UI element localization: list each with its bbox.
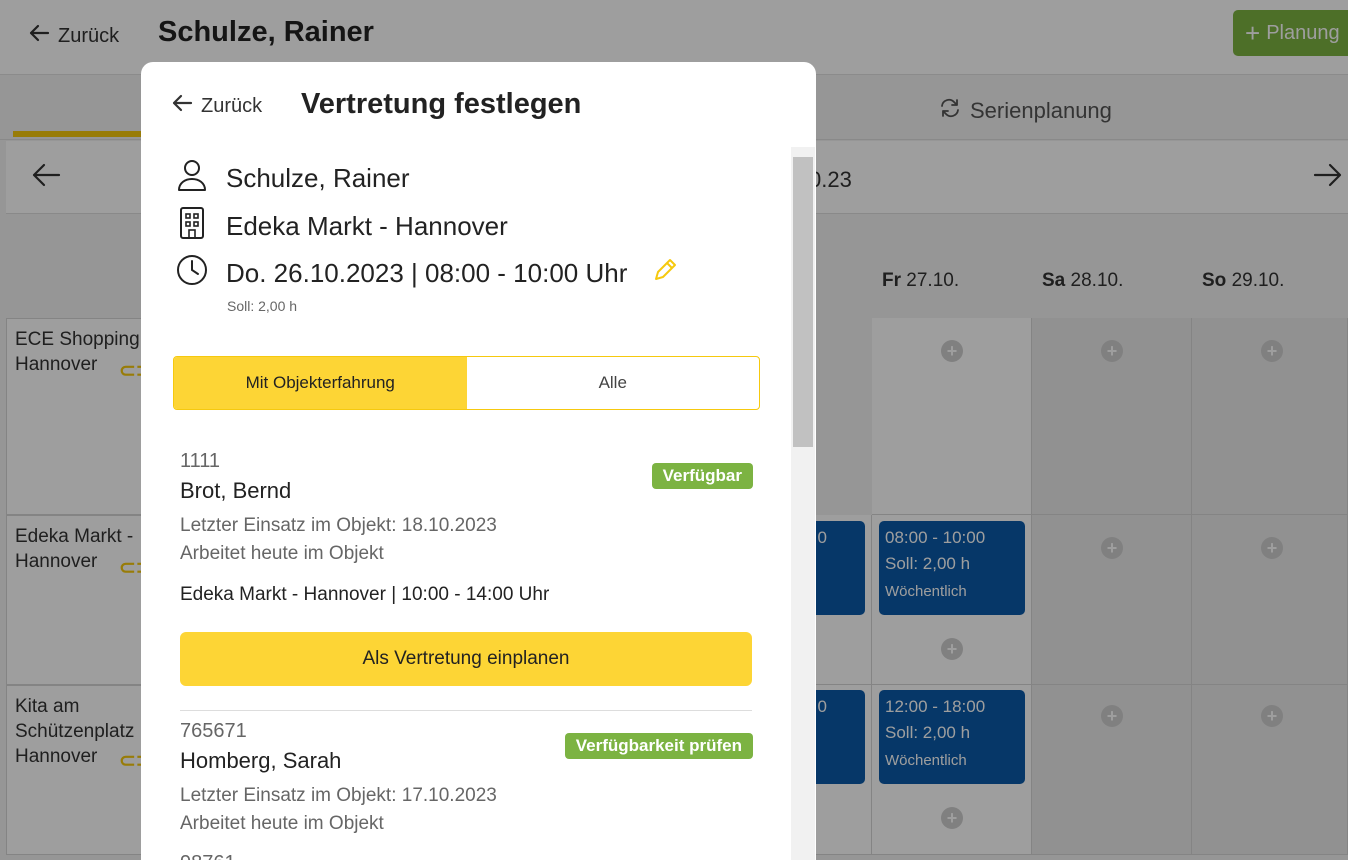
dialog-back-label: Zurück <box>201 94 263 117</box>
scrollbar-thumb[interactable] <box>793 157 813 447</box>
object-name: Edeka Markt - Hannover <box>226 211 508 241</box>
availability-badge: Verfügbar <box>651 463 753 489</box>
dialog-title: Vertretung festlegen <box>301 88 582 120</box>
works-today: Arbeitet heute im Objekt <box>180 543 384 564</box>
building-icon <box>176 206 208 247</box>
plan-as-substitute-button[interactable]: Als Vertretung einplanen <box>180 632 752 686</box>
works-today: Arbeitet heute im Objekt <box>180 813 384 834</box>
info-datetime: Do. 26.10.2023 | 08:00 - 10:00 Uhr <box>176 254 679 293</box>
info-person: Schulze, Rainer <box>176 158 410 199</box>
employee-filter: Mit Objekterfahrung Alle <box>173 356 760 410</box>
employee-item[interactable]: 765671 Homberg, Sarah Letzter Einsatz im… <box>180 720 753 840</box>
shift-datetime: Do. 26.10.2023 | 08:00 - 10:00 Uhr <box>226 258 628 288</box>
person-icon <box>176 158 208 199</box>
current-assignment: Edeka Markt - Hannover | 10:00 - 14:00 U… <box>180 584 550 605</box>
divider <box>180 710 752 711</box>
target-hours: Soll: 2,00 h <box>227 298 298 314</box>
last-assignment: Letzter Einsatz im Objekt: 18.10.2023 <box>180 515 497 536</box>
clock-icon <box>176 254 208 293</box>
filter-with-experience[interactable]: Mit Objekterfahrung <box>174 357 467 409</box>
substitution-dialog: Zurück Vertretung festlegen Schulze, Rai… <box>141 62 816 860</box>
employee-number: 98761 <box>180 852 236 860</box>
edit-pencil-icon[interactable] <box>651 256 679 291</box>
dialog-scrollbar[interactable] <box>791 147 815 860</box>
filter-all[interactable]: Alle <box>467 357 760 409</box>
last-assignment: Letzter Einsatz im Objekt: 17.10.2023 <box>180 785 497 806</box>
arrow-left-icon <box>171 92 193 120</box>
dialog-back-button[interactable]: Zurück <box>171 92 262 120</box>
check-availability-badge[interactable]: Verfügbarkeit prüfen <box>564 733 753 759</box>
info-object: Edeka Markt - Hannover <box>176 206 508 247</box>
person-name: Schulze, Rainer <box>226 163 410 193</box>
employee-item: 1111 Brot, Bernd Letzter Einsatz im Obje… <box>180 450 753 570</box>
